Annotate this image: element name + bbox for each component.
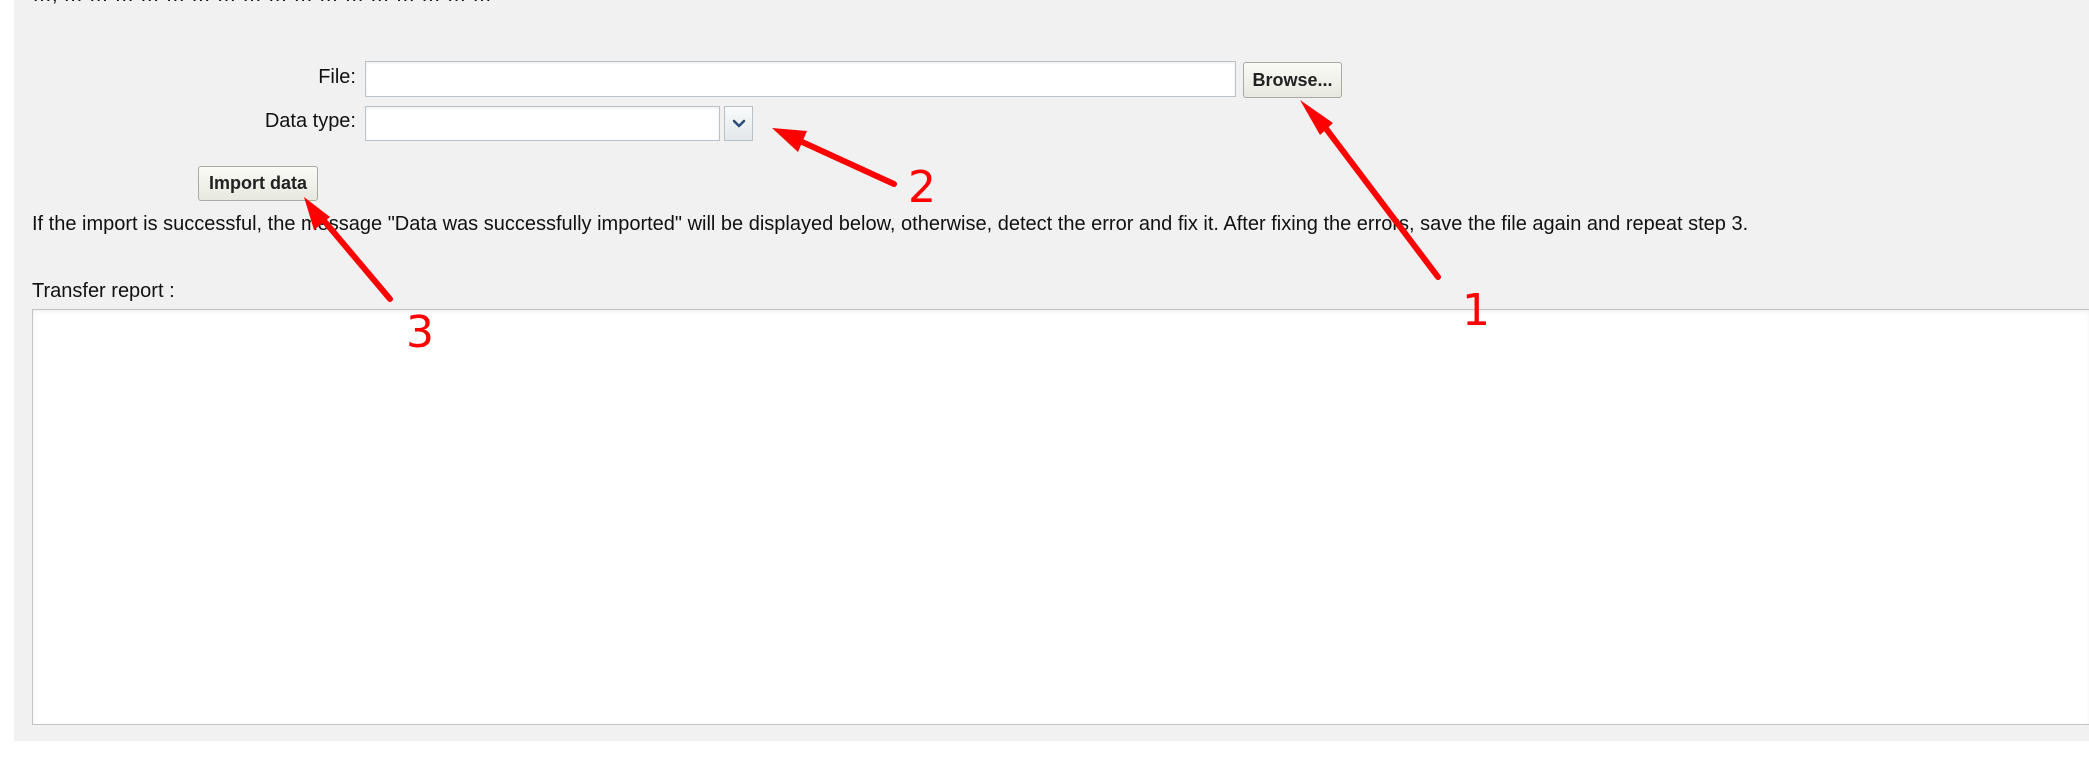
transfer-report-textarea[interactable] [32,309,2089,725]
file-path-input[interactable] [365,61,1236,97]
data-type-label: Data type: [264,110,356,132]
import-instructions: If the import is successful, the message… [32,213,1749,235]
data-type-dropdown-button[interactable] [724,106,753,141]
chevron-down-icon [732,119,745,127]
browse-button[interactable]: Browse... [1243,62,1342,98]
cut-off-instruction-text: …, … … … … … … … … … … … … … … … … … [32,0,492,7]
file-label: File: [318,66,356,88]
data-type-dropdown[interactable] [365,106,720,141]
import-data-button[interactable]: Import data [198,166,318,201]
transfer-report-label: Transfer report : [32,280,175,302]
